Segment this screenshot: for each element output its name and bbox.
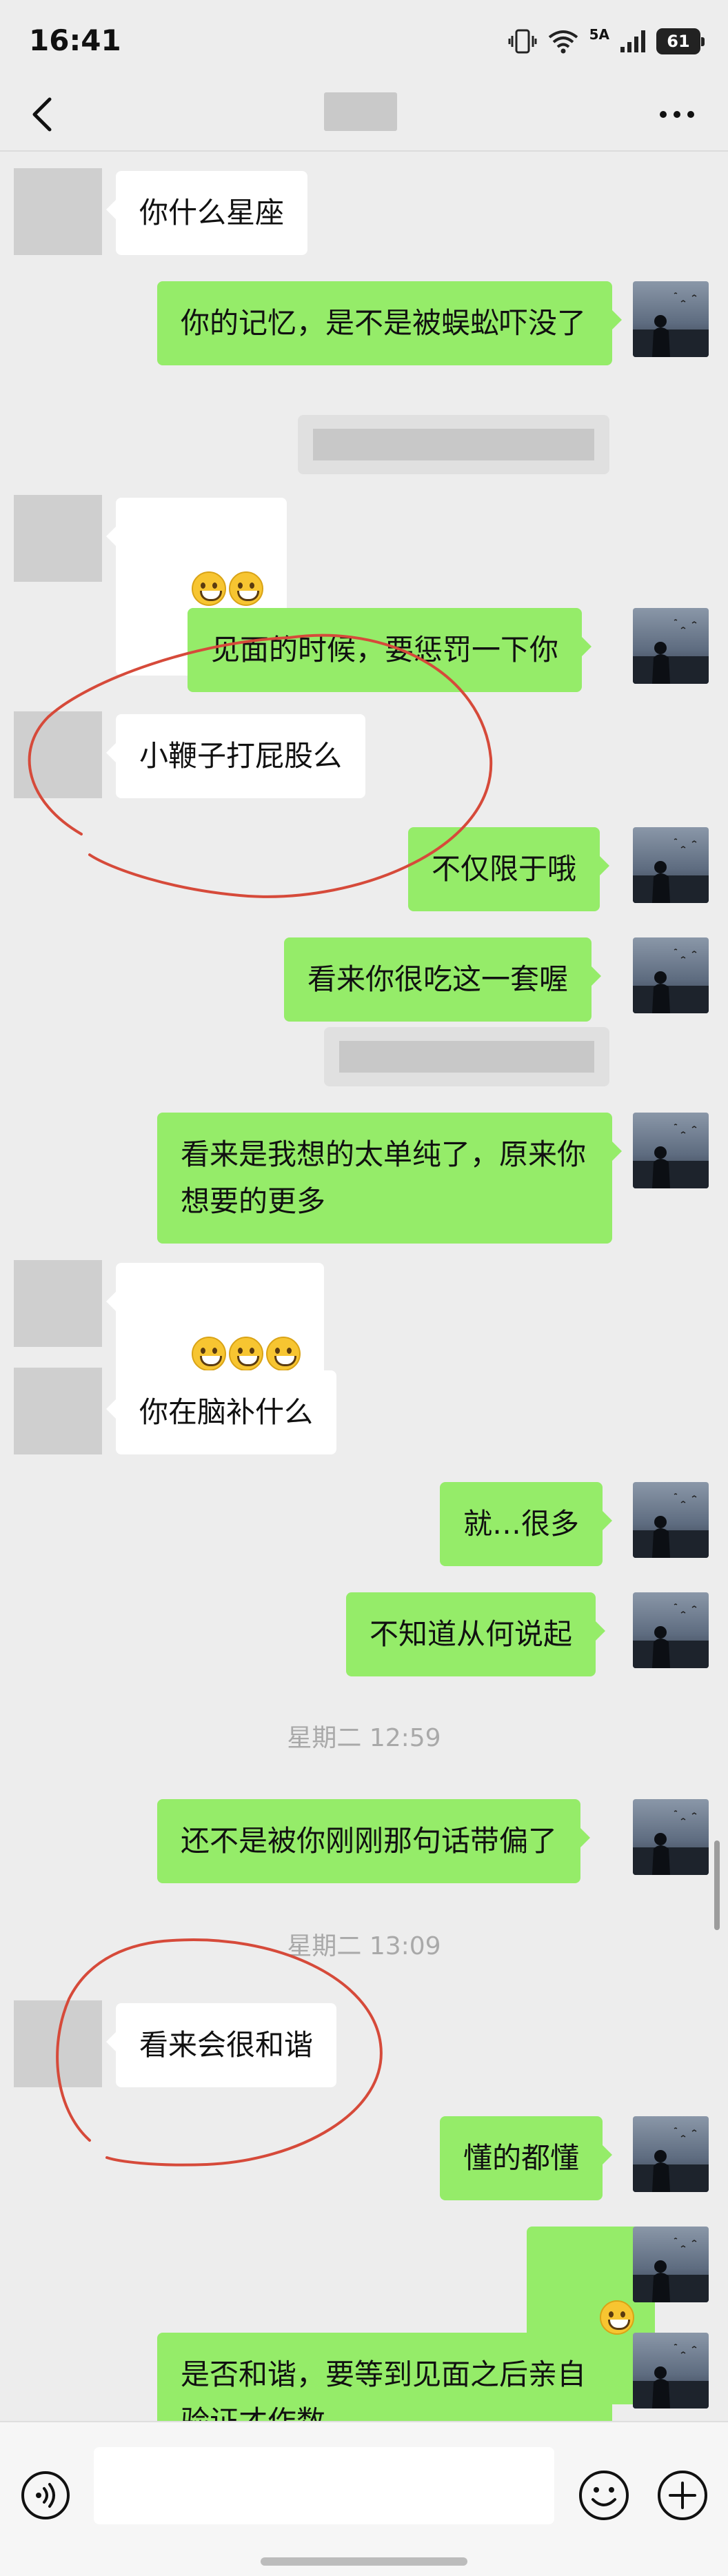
timestamp: 星期二 12:59	[287, 1724, 441, 1752]
quoted-message[interactable]	[298, 415, 609, 474]
network-type: 5A	[589, 26, 609, 43]
my-avatar[interactable]	[633, 608, 709, 684]
message-bubble[interactable]: 不仅限于哦	[408, 827, 610, 911]
message-bubble[interactable]: 你的记忆，是不是被蜈蚣吓没了	[157, 281, 622, 365]
my-avatar[interactable]	[633, 1482, 709, 1558]
message-bubble[interactable]: 看来你很吃这一套喔	[284, 937, 602, 1022]
wifi-icon	[548, 30, 578, 54]
avatar-image	[633, 2227, 709, 2302]
emoji-icon[interactable]	[576, 2468, 631, 2523]
my-avatar[interactable]	[633, 1592, 709, 1668]
my-avatar[interactable]	[633, 281, 709, 357]
message-bubble[interactable]: 懂的都懂	[440, 2116, 613, 2200]
vibrate-icon	[508, 29, 537, 54]
grin-emoji-icon	[600, 2300, 635, 2335]
signal-icon	[620, 30, 645, 52]
timestamp: 星期二 13:09	[287, 1932, 441, 1960]
message-bubble[interactable]: 看来是我想的太单纯了，原来你想要的更多	[157, 1113, 622, 1244]
input-bar	[0, 2421, 728, 2576]
grin-emoji-icon	[229, 571, 264, 606]
message-bubble[interactable]: 看来会很和谐	[105, 2003, 337, 2087]
contact-avatar[interactable]	[14, 1260, 102, 1347]
status-bar: 16:41 5A 61	[0, 0, 728, 83]
contact-avatar[interactable]	[14, 495, 102, 582]
my-avatar[interactable]	[633, 2116, 709, 2192]
back-icon[interactable]	[25, 94, 63, 135]
avatar-image	[633, 608, 709, 684]
contact-avatar[interactable]	[14, 711, 102, 798]
battery-icon: 61	[656, 28, 705, 54]
home-indicator[interactable]	[261, 2557, 467, 2566]
quoted-text-redacted	[339, 1041, 594, 1073]
nav-bar	[0, 76, 728, 152]
avatar-image	[633, 937, 709, 1013]
message-bubble[interactable]: 见面的时候，要惩罚一下你	[188, 608, 592, 692]
avatar-image	[633, 1799, 709, 1875]
message-bubble[interactable]: 还不是被你刚刚那句话带偏了	[157, 1799, 591, 1883]
grin-emoji-icon	[266, 1336, 301, 1371]
quoted-message[interactable]	[324, 1027, 609, 1086]
more-icon[interactable]	[656, 101, 698, 128]
grin-emoji-icon	[192, 571, 227, 606]
avatar-image	[633, 1592, 709, 1668]
my-avatar[interactable]	[633, 937, 709, 1013]
avatar-image	[633, 281, 709, 357]
contact-avatar[interactable]	[14, 1368, 102, 1454]
grin-emoji-icon	[192, 1336, 227, 1371]
grin-emoji-icon	[229, 1336, 264, 1371]
battery-level: 61	[667, 32, 690, 51]
quoted-text-redacted	[313, 429, 594, 460]
status-time: 16:41	[29, 23, 121, 57]
contact-avatar[interactable]	[14, 2000, 102, 2087]
message-bubble[interactable]: 就…很多	[440, 1482, 613, 1566]
my-avatar[interactable]	[633, 827, 709, 903]
my-avatar[interactable]	[633, 2227, 709, 2302]
avatar-image	[633, 1482, 709, 1558]
message-bubble[interactable]: 小鞭子打屁股么	[105, 714, 366, 798]
voice-icon[interactable]	[19, 2469, 72, 2522]
chat-title-redacted	[324, 92, 397, 131]
contact-avatar[interactable]	[14, 168, 102, 255]
avatar-image	[633, 2116, 709, 2192]
chat-area[interactable]: 你什么星座 你的记忆，是不是被蜈蚣吓没了 见面的时候，要惩罚一下你 小鞭子打屁股…	[0, 153, 728, 2421]
message-input[interactable]	[94, 2447, 554, 2524]
scrollbar[interactable]	[714, 1840, 720, 1930]
avatar-image	[633, 827, 709, 903]
message-bubble[interactable]: 你什么星座	[105, 171, 308, 255]
my-avatar[interactable]	[633, 1113, 709, 1188]
my-avatar[interactable]	[633, 1799, 709, 1875]
plus-icon[interactable]	[655, 2468, 710, 2523]
message-bubble[interactable]: 是否和谐，要等到见面之后亲自验证才作数	[157, 2333, 622, 2421]
avatar-image	[633, 2333, 709, 2408]
message-bubble[interactable]: 不知道从何说起	[346, 1592, 606, 1676]
my-avatar[interactable]	[633, 2333, 709, 2408]
message-bubble[interactable]: 你在脑补什么	[105, 1370, 337, 1454]
avatar-image	[633, 1113, 709, 1188]
status-icons: 5A 61	[508, 25, 705, 58]
